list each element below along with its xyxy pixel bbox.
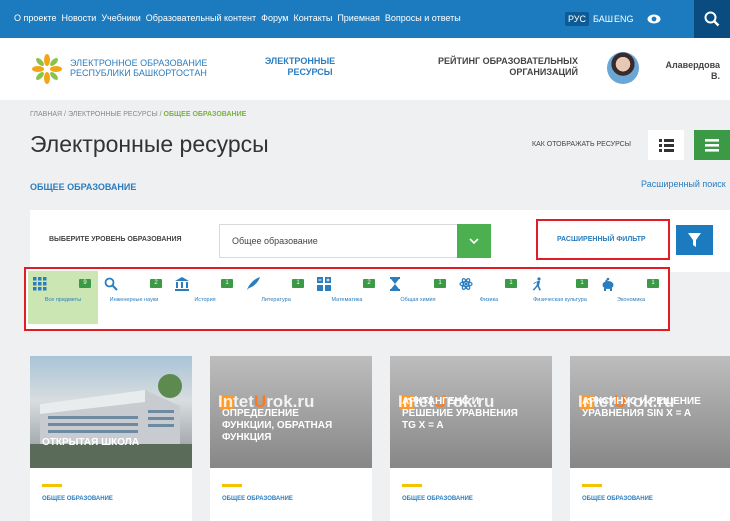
breadcrumb: Главная / Электронные ресурсы / Общее об…	[30, 111, 247, 118]
section-title: Общее образование	[30, 182, 137, 192]
subject-count: 2	[363, 279, 375, 288]
resource-card[interactable]: IntetUrok.ru Арксинус и решение уравнени…	[570, 356, 730, 521]
subject-chemistry[interactable]: 1 Общая химия	[383, 271, 453, 324]
advanced-search-link[interactable]: Расширенный поиск	[641, 179, 726, 189]
nav-link-content[interactable]: Образовательный контент	[146, 13, 256, 23]
eye-icon[interactable]	[647, 13, 661, 25]
advanced-filter-label: Расширенный фильтр	[557, 236, 646, 243]
grid-icon	[33, 277, 47, 291]
hourglass-icon	[390, 277, 400, 291]
quill-icon	[247, 277, 260, 290]
subject-label: Физика	[479, 297, 499, 303]
subject-physics[interactable]: 1 Физика	[454, 271, 524, 324]
card-image	[30, 356, 192, 468]
building-photo	[30, 374, 192, 468]
subject-economics[interactable]: 1 Экономика	[596, 271, 666, 324]
card-accent	[402, 484, 422, 487]
subject-count: 9	[79, 279, 91, 288]
list-view-button[interactable]	[648, 130, 684, 160]
nav-link-news[interactable]: Новости	[61, 13, 96, 23]
electronic-resources-link[interactable]: Электронные ресурсы	[260, 56, 340, 78]
avatar[interactable]	[607, 52, 639, 84]
subject-math[interactable]: 2 Математика	[312, 271, 382, 324]
subject-history[interactable]: 1 История	[170, 271, 240, 324]
menu-icon	[705, 139, 719, 152]
chevron-down-icon	[469, 238, 479, 245]
runner-icon	[532, 277, 541, 291]
nav-link-contacts[interactable]: Контакты	[293, 13, 332, 23]
card-accent	[582, 484, 602, 487]
resource-card[interactable]: Открытая школа Общее образование	[30, 356, 192, 521]
breadcrumb-resources[interactable]: Электронные ресурсы	[68, 111, 158, 118]
search-button[interactable]	[694, 0, 730, 38]
card-title[interactable]: Арктангенс и решение уравнения tg x = a	[402, 396, 532, 432]
card-category[interactable]: Общее образование	[42, 496, 113, 502]
view-mode-label: Как отображать ресурсы	[532, 141, 631, 148]
calculator-icon	[317, 277, 331, 291]
subject-pe[interactable]: 1 Физическая культура	[525, 271, 595, 324]
level-label: Выберите уровень образования	[49, 236, 182, 243]
funnel-icon	[688, 233, 701, 247]
level-select-value: Общее образование	[232, 236, 318, 246]
card-title[interactable]: Открытая школа	[42, 437, 172, 449]
subject-label: История	[194, 297, 216, 303]
logo-text[interactable]: Электронное образование Республики Башко…	[70, 58, 207, 78]
card-category[interactable]: Общее образование	[582, 496, 653, 502]
top-nav: О проекте Новости Учебники Образовательн…	[14, 13, 461, 23]
lang-rus-button[interactable]: РУС	[565, 12, 590, 26]
level-select-toggle[interactable]	[457, 224, 491, 258]
subject-all[interactable]: 9 Все предметы	[28, 271, 98, 324]
lang-eng-button[interactable]: ENG	[614, 12, 634, 26]
piggy-icon	[602, 277, 614, 291]
museum-icon	[175, 277, 189, 291]
list-icon	[659, 139, 674, 152]
subject-literature[interactable]: 1 Литература	[241, 271, 311, 324]
grid-view-button[interactable]	[694, 130, 730, 160]
subject-count: 1	[434, 279, 446, 288]
subject-label: Физическая культура	[533, 297, 587, 303]
advanced-filter-button[interactable]: Расширенный фильтр	[536, 219, 670, 260]
subject-count: 1	[292, 279, 304, 288]
card-category[interactable]: Общее образование	[402, 496, 473, 502]
level-select[interactable]: Общее образование	[219, 224, 465, 258]
subject-engineering[interactable]: 2 Инженерные науки	[99, 271, 169, 324]
resource-card[interactable]: IntetUrok.ru Арктангенс и решение уравне…	[390, 356, 552, 521]
card-title[interactable]: Арксинус и решение уравнения sin x = a	[582, 396, 712, 420]
subject-label: Инженерные науки	[109, 297, 159, 303]
card-category[interactable]: Общее образование	[222, 496, 293, 502]
search-icon	[704, 11, 720, 27]
subject-label: Общая химия	[400, 297, 436, 303]
card-title[interactable]: Определение функции, обратная функция	[222, 408, 352, 444]
logo-icon[interactable]	[30, 52, 64, 86]
lang-bash-button[interactable]: БАШ	[593, 12, 613, 26]
nav-link-textbooks[interactable]: Учебники	[101, 13, 140, 23]
subject-label: Все предметы	[44, 297, 82, 303]
breadcrumb-home[interactable]: Главная	[30, 111, 62, 118]
site-header: Электронное образование Республики Башко…	[0, 38, 730, 100]
subject-label: Литература	[261, 297, 291, 303]
user-name[interactable]: Алавердова В.	[650, 60, 720, 82]
nav-link-reception[interactable]: Приемная	[337, 13, 380, 23]
card-accent	[42, 484, 62, 487]
subject-count: 1	[505, 279, 517, 288]
atom-icon	[459, 278, 473, 290]
nav-link-faq[interactable]: Вопросы и ответы	[385, 13, 461, 23]
rating-link[interactable]: Рейтинг образовательных организаций	[418, 56, 578, 78]
page-title: Электронные ресурсы	[30, 131, 269, 157]
nav-link-forum[interactable]: Форум	[261, 13, 288, 23]
subject-label: Математика	[331, 297, 363, 303]
subject-count: 1	[221, 279, 233, 288]
top-bar: О проекте Новости Учебники Образовательн…	[0, 0, 730, 38]
breadcrumb-current: Общее образование	[163, 111, 247, 118]
subject-count: 1	[647, 279, 659, 288]
resource-card[interactable]: IntetUrok.ru Определение функции, обратн…	[210, 356, 372, 521]
subject-label: Экономика	[616, 297, 645, 303]
magnifier-icon	[104, 277, 118, 291]
nav-link-about[interactable]: О проекте	[14, 13, 56, 23]
filter-apply-button[interactable]	[676, 225, 713, 255]
subject-count: 1	[576, 279, 588, 288]
subject-count: 2	[150, 279, 162, 288]
card-accent	[222, 484, 242, 487]
